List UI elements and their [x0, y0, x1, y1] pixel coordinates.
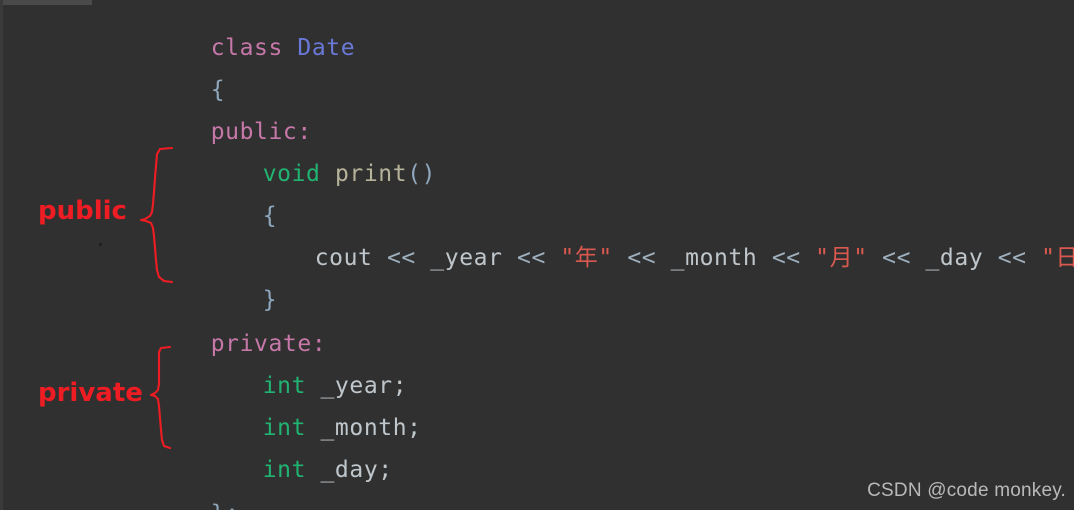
- stray-dot-artifact: [99, 243, 102, 246]
- identifier-cout: cout: [314, 245, 373, 271]
- code-line-cout-statement: cout << _year << "年" << _month << "月" <<…: [228, 216, 1074, 300]
- annotation-brace-private: [149, 345, 172, 450]
- annotation-brace-public: [139, 146, 174, 284]
- keyword-int: int: [262, 457, 307, 483]
- type-name-date: Date: [297, 35, 356, 61]
- code-line-class-end: };: [124, 472, 240, 510]
- string-literal-day: "日": [1041, 245, 1074, 271]
- string-literal-month: "月": [815, 245, 868, 271]
- annotation-label-public: public: [38, 196, 127, 226]
- stream-operator: <<: [386, 245, 416, 271]
- annotation-label-private: private: [38, 378, 143, 408]
- stream-operator: <<: [771, 245, 801, 271]
- code-screenshot: class Date { public: void print() { cout…: [0, 0, 1074, 510]
- watermark-text: CSDN @code monkey.: [867, 480, 1066, 501]
- stream-operator: <<: [997, 245, 1027, 271]
- class-closing-brace: };: [211, 501, 240, 510]
- function-parentheses: (): [407, 161, 437, 187]
- function-name-print: print: [334, 161, 408, 187]
- string-literal-year: "年": [560, 245, 613, 271]
- identifier-year: _year: [430, 245, 503, 271]
- identifier-day: _day: [925, 245, 984, 271]
- identifier-month: _month: [670, 245, 758, 271]
- stream-operator: <<: [517, 245, 546, 271]
- stream-operator: <<: [882, 245, 912, 271]
- member-declaration-day: _day;: [320, 457, 393, 483]
- stream-operator: <<: [627, 245, 657, 271]
